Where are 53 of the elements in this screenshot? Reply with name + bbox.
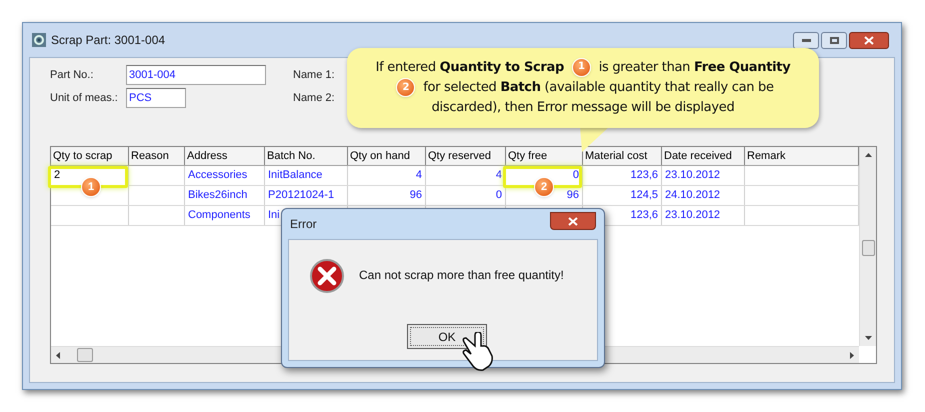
table-cell: 123,6 <box>583 166 662 185</box>
hand-cursor-icon <box>461 332 495 372</box>
table-cell: Accessories <box>185 166 265 185</box>
scroll-left-icon[interactable] <box>56 352 60 359</box>
scroll-down-icon[interactable] <box>865 336 872 340</box>
table-cell: 0 <box>426 186 506 205</box>
vertical-scrollbar[interactable] <box>859 147 876 346</box>
table-cell: P20121024-1 <box>265 186 348 205</box>
close-icon <box>568 216 578 226</box>
field-label: Unit of meas.: <box>50 90 119 106</box>
table-cell: 96 <box>348 186 426 205</box>
column-header[interactable]: Qty to scrap <box>51 147 129 165</box>
text-field[interactable]: PCS <box>126 88 186 108</box>
app-icon <box>31 32 47 48</box>
column-header[interactable]: Remark <box>745 147 859 165</box>
table-cell: 4 <box>348 166 426 185</box>
step-badge: 1 <box>81 177 101 197</box>
error-icon <box>309 258 345 294</box>
column-header[interactable]: Address <box>185 147 265 165</box>
table-cell: 23.10.2012 <box>662 206 745 225</box>
close-button[interactable] <box>849 32 889 48</box>
column-header[interactable]: Qty on hand <box>348 147 426 165</box>
step-badge: 1 <box>572 58 591 77</box>
step-badge: 2 <box>534 177 554 197</box>
column-header[interactable]: Date received <box>662 147 745 165</box>
text-field[interactable]: 3001-004 <box>126 65 266 85</box>
column-header[interactable]: Batch No. <box>265 147 348 165</box>
scroll-right-icon[interactable] <box>850 352 854 359</box>
field-label: Name 1: <box>293 68 336 83</box>
callout-text: If entered Quantity to Scrap 1 is greater than Free Quantity 2 for selected Batch (available quantity that really can be discarded), then Error message will be displayed <box>368 58 798 118</box>
field-label: Name 2: <box>293 90 336 106</box>
maximize-button[interactable] <box>821 32 847 48</box>
column-header[interactable]: Qty reserved <box>426 147 506 165</box>
minimize-button[interactable] <box>793 32 819 48</box>
column-header[interactable]: Reason <box>129 147 185 165</box>
column-header[interactable]: Material cost <box>583 147 662 165</box>
close-icon <box>864 36 874 44</box>
table-cell: 23.10.2012 <box>662 166 745 185</box>
close-button[interactable] <box>550 212 596 230</box>
scroll-thumb[interactable] <box>77 348 93 362</box>
error-message: Can not scrap more than free quantity! <box>359 267 564 284</box>
window-title: Scrap Part: 3001-004 <box>51 32 166 49</box>
field-label: Part No.: <box>50 68 94 83</box>
table-cell: 24.10.2012 <box>662 186 745 205</box>
table-cell: 124,5 <box>583 186 662 205</box>
step-badge: 2 <box>396 78 416 97</box>
table-cell: InitBalance <box>265 166 348 185</box>
column-header[interactable]: Qty free <box>506 147 583 165</box>
table-cell: 4 <box>426 166 506 185</box>
scroll-up-icon[interactable] <box>865 153 872 157</box>
table-cell: Components <box>185 206 265 225</box>
table-cell: Bikes26inch <box>185 186 265 205</box>
scroll-thumb[interactable] <box>862 240 875 256</box>
